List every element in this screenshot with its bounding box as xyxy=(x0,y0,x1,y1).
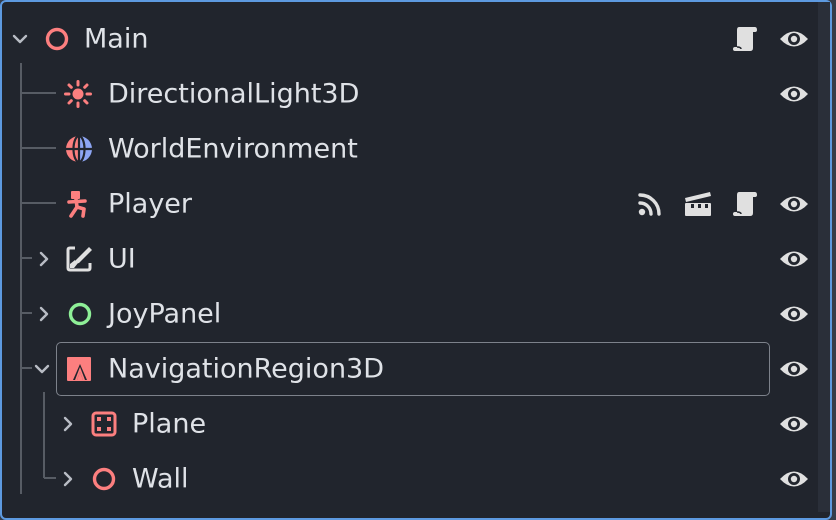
visibility-eye-icon[interactable] xyxy=(778,27,810,51)
node-name: WorldEnvironment xyxy=(108,133,358,164)
tree-item-wall[interactable]: Wall xyxy=(2,451,832,506)
chevron-right-icon[interactable] xyxy=(59,470,77,488)
node-name: UI xyxy=(108,243,136,274)
chevron-right-icon[interactable] xyxy=(35,305,53,323)
scene-instance-icon[interactable] xyxy=(682,190,714,218)
tree-item-plane[interactable]: Plane xyxy=(2,396,832,451)
tree-item-main[interactable]: Main xyxy=(2,11,832,66)
tree-item-ui[interactable]: UI xyxy=(2,231,832,286)
node-name: DirectionalLight3D xyxy=(108,78,360,109)
vertical-scrollbar[interactable] xyxy=(818,2,830,512)
node-name: Player xyxy=(108,188,193,219)
control-circle-icon xyxy=(66,300,94,328)
tree-item-player[interactable]: Player xyxy=(2,176,832,231)
node-name: JoyPanel xyxy=(108,298,222,329)
navigation-region-icon xyxy=(64,354,94,384)
tree-item-joypanel[interactable]: JoyPanel xyxy=(2,286,832,341)
node-name: Wall xyxy=(132,463,189,494)
visibility-eye-icon[interactable] xyxy=(778,247,810,271)
visibility-eye-icon[interactable] xyxy=(778,192,810,216)
visibility-eye-icon[interactable] xyxy=(778,302,810,326)
chevron-right-icon[interactable] xyxy=(59,415,77,433)
tree-item-directionallight3d[interactable]: DirectionalLight3D xyxy=(2,66,832,121)
visibility-eye-icon[interactable] xyxy=(778,82,810,106)
node-name: Main xyxy=(84,23,149,54)
mesh-instance-icon xyxy=(89,409,119,439)
scene-tree-panel: Main DirectionalLight3D WorldEnvironment… xyxy=(0,0,832,520)
tree-item-worldenvironment[interactable]: WorldEnvironment xyxy=(2,121,832,176)
signals-icon[interactable] xyxy=(636,190,664,218)
directional-light-icon xyxy=(63,79,93,109)
chevron-right-icon[interactable] xyxy=(35,250,53,268)
world-environment-icon xyxy=(63,133,95,165)
script-icon[interactable] xyxy=(730,189,760,219)
node-name: NavigationRegion3D xyxy=(108,353,385,384)
control-icon xyxy=(64,244,94,274)
visibility-eye-icon[interactable] xyxy=(778,412,810,436)
node3d-circle-icon xyxy=(43,25,71,53)
script-icon[interactable] xyxy=(730,24,760,54)
visibility-eye-icon[interactable] xyxy=(778,357,810,381)
tree-item-navigationregion3d[interactable]: NavigationRegion3D xyxy=(2,341,832,396)
node-name: Plane xyxy=(132,408,207,439)
node3d-circle-icon xyxy=(90,465,118,493)
visibility-eye-icon[interactable] xyxy=(778,467,810,491)
character-body-icon xyxy=(64,189,94,219)
chevron-down-icon[interactable] xyxy=(11,30,29,48)
chevron-down-icon[interactable] xyxy=(33,360,51,378)
